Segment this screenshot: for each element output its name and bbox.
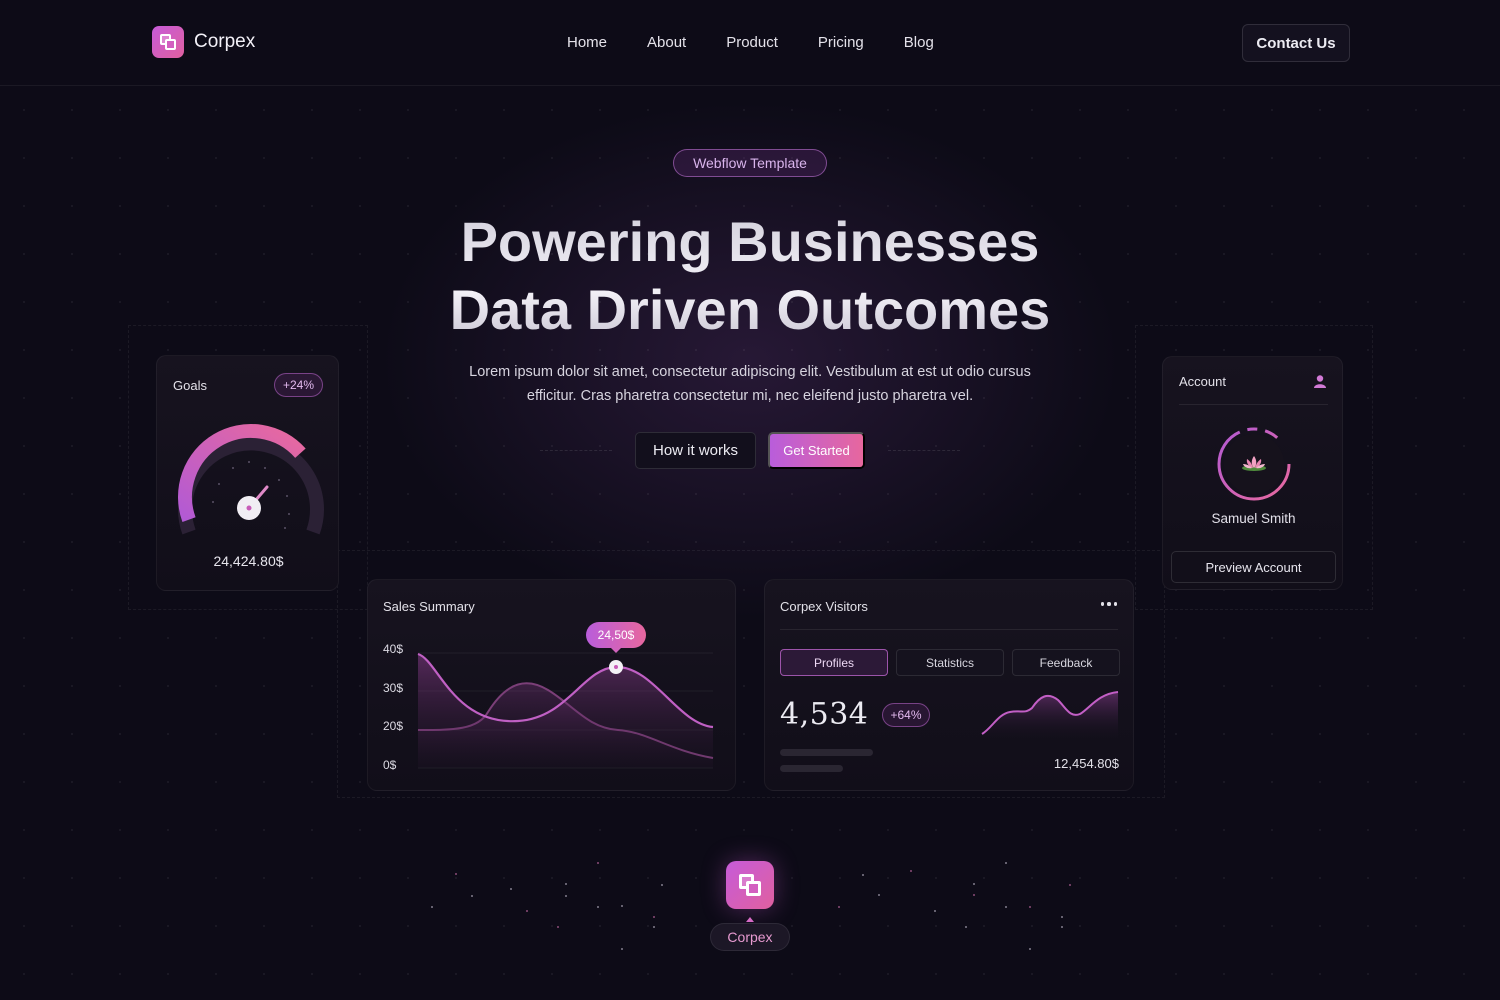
brand[interactable]: Corpex: [152, 26, 255, 58]
sparkle-dot: [661, 884, 663, 886]
account-card: Account Samuel Smith Preview Account: [1162, 356, 1343, 590]
sparkle-dot: [621, 948, 623, 950]
contact-us-button[interactable]: Contact Us: [1242, 24, 1350, 62]
sales-tooltip-label: 24,50$: [598, 628, 635, 642]
sparkle-dot: [653, 926, 655, 928]
template-badge: Webflow Template: [673, 149, 827, 177]
bottom-logo-icon: [726, 861, 774, 909]
sparkle-dot: [565, 883, 567, 885]
caret-up-icon: [746, 917, 754, 922]
nav-link-home[interactable]: Home: [567, 34, 607, 51]
avatar: [1217, 427, 1291, 501]
visitors-divider: [780, 629, 1118, 630]
sparkle-dot: [621, 905, 623, 907]
placeholder-bar: [780, 749, 873, 756]
sparkle-dot: [653, 916, 655, 918]
sparkle-dot: [1005, 906, 1007, 908]
sparkle-dot: [1061, 916, 1063, 918]
y-tick-40: 40$: [383, 642, 403, 656]
logo-icon: [152, 26, 184, 58]
y-tick-0: 0$: [383, 758, 397, 772]
brand-name: Corpex: [194, 31, 256, 52]
sparkle-dot: [973, 894, 975, 896]
how-it-works-button[interactable]: How it works: [635, 432, 756, 469]
sparkle-dot: [431, 906, 433, 908]
visitors-sparkline: [981, 691, 1119, 738]
sparkle-dot: [526, 910, 528, 912]
sparkle-dot: [862, 874, 864, 876]
preview-account-button[interactable]: Preview Account: [1171, 551, 1336, 583]
hero-title-line-1: Powering Businesses: [460, 210, 1040, 273]
hero-title: Powering Businesses Data Driven Outcomes: [350, 208, 1150, 344]
goals-gauge: [178, 423, 324, 535]
nav-link-blog[interactable]: Blog: [904, 34, 934, 51]
visitors-change-badge: +64%: [882, 703, 930, 727]
sales-area-primary: [418, 654, 713, 768]
divider-dash-left: [540, 450, 612, 451]
user-icon[interactable]: [1313, 374, 1327, 388]
tab-feedback[interactable]: Feedback: [1012, 649, 1120, 676]
nav-link-about[interactable]: About: [647, 34, 686, 51]
sparkle-dot: [471, 895, 473, 897]
visitors-count: 4,534: [780, 697, 869, 732]
goals-amount: 24,424.80$: [213, 553, 284, 569]
sparkle-dot: [565, 895, 567, 897]
visitors-tabs: Profiles Statistics Feedback: [780, 649, 1120, 676]
placeholder-bar: [780, 765, 843, 772]
goals-title: Goals: [173, 378, 207, 393]
more-options-icon[interactable]: [1101, 602, 1117, 608]
tab-profiles[interactable]: Profiles: [780, 649, 888, 676]
goals-card: Goals +24% 24,424.80$: [156, 355, 339, 591]
divider-dash-right: [888, 450, 960, 451]
nav-links: Home About Product Pricing Blog: [567, 34, 934, 51]
visitors-card: Corpex Visitors Profiles Statistics Feed…: [764, 579, 1134, 791]
goals-change-badge: +24%: [274, 373, 323, 397]
sparkle-dot: [1029, 948, 1031, 950]
sparkle-dot: [597, 906, 599, 908]
sparkle-dot: [1069, 884, 1071, 886]
hero-subtitle: Lorem ipsum dolor sit amet, consectetur …: [469, 364, 1031, 404]
hero-title-line-2: Data Driven Outcomes: [449, 278, 1051, 341]
sales-chart: 40$ 30$ 20$ 0$ 24,50$: [383, 622, 714, 772]
sparkle-dot: [510, 888, 512, 890]
visitors-amount: 12,454.80$: [1053, 756, 1119, 771]
sparkle-dot: [557, 926, 559, 928]
sparkle-dot: [838, 906, 840, 908]
sparkle-dot: [934, 910, 936, 912]
get-started-button[interactable]: Get Started: [768, 432, 865, 469]
sparkle-dot: [1029, 906, 1031, 908]
tab-statistics[interactable]: Statistics: [896, 649, 1004, 676]
sparkle-dot: [878, 894, 880, 896]
sparkle-dot: [910, 870, 912, 872]
visitors-title: Corpex Visitors: [780, 599, 868, 614]
bottom-brand-label: Corpex: [710, 923, 790, 951]
sparkle-dot: [1005, 862, 1007, 864]
account-title: Account: [1179, 374, 1226, 389]
sparkle-dot: [965, 926, 967, 928]
sparkle-dot: [973, 883, 975, 885]
nav-link-pricing[interactable]: Pricing: [818, 34, 864, 51]
account-divider: [1179, 404, 1328, 405]
sparkle-dot: [1061, 926, 1063, 928]
sparkle-dot: [455, 873, 457, 875]
nav-link-product[interactable]: Product: [726, 34, 778, 51]
y-tick-30: 30$: [383, 681, 403, 695]
account-name: Samuel Smith: [1211, 511, 1296, 526]
sales-summary-card: Sales Summary 40$ 30$ 20$ 0$ 24,50$: [367, 579, 736, 791]
y-tick-20: 20$: [383, 719, 403, 733]
sparkle-dot: [597, 862, 599, 864]
top-nav: Corpex Home About Product Pricing Blog C…: [0, 0, 1500, 86]
